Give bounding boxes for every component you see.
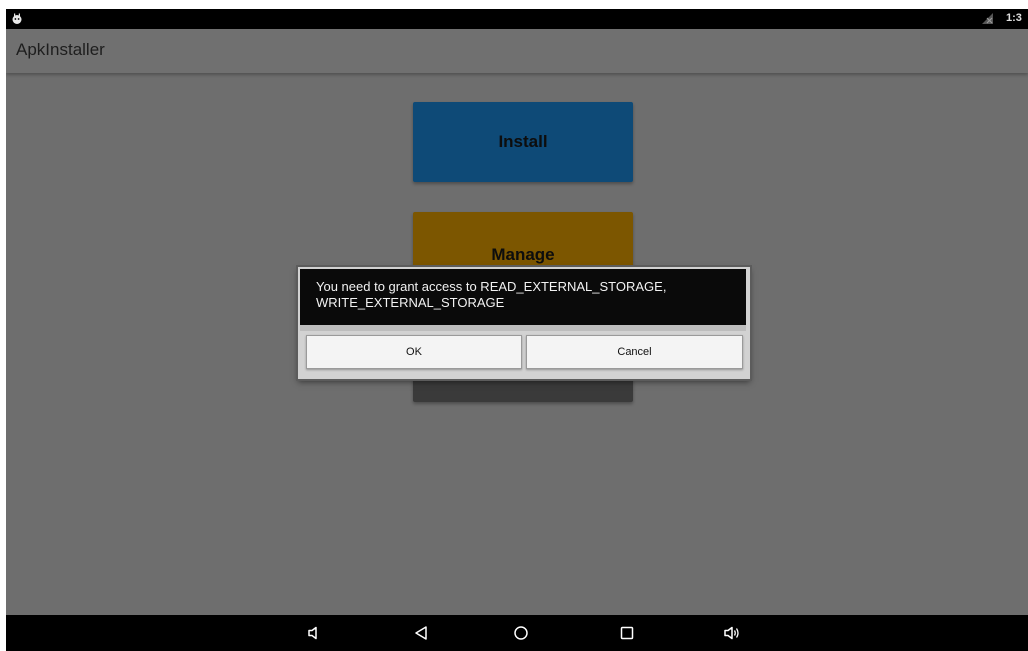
install-button-label: Install [498,132,548,151]
ok-button-label: OK [406,346,422,358]
install-button[interactable]: Install [413,102,633,182]
recents-icon[interactable] [618,624,636,642]
device-screen: 1:3 ApkInstaller Install Manage You need… [6,9,1028,651]
no-signal-icon [982,13,993,24]
back-icon[interactable] [412,624,430,642]
status-time: 1:3 [1006,12,1022,24]
android-notification-icon [12,13,22,24]
app-bar: ApkInstaller [6,29,1028,73]
volume-down-icon[interactable] [305,624,323,642]
dialog-message-area: You need to grant access to READ_EXTERNA… [300,269,746,325]
home-icon[interactable] [512,624,530,642]
app-title: ApkInstaller [16,40,105,59]
ok-button[interactable]: OK [306,335,522,369]
dialog-message: You need to grant access to READ_EXTERNA… [316,279,667,310]
dialog-divider [300,325,746,331]
status-bar: 1:3 [6,9,1028,29]
permission-dialog: You need to grant access to READ_EXTERNA… [298,267,750,379]
cancel-button-label: Cancel [617,346,652,358]
navigation-bar [6,615,1028,651]
volume-up-icon[interactable] [723,624,741,642]
manage-button-label: Manage [491,245,555,264]
cancel-button[interactable]: Cancel [526,335,743,369]
